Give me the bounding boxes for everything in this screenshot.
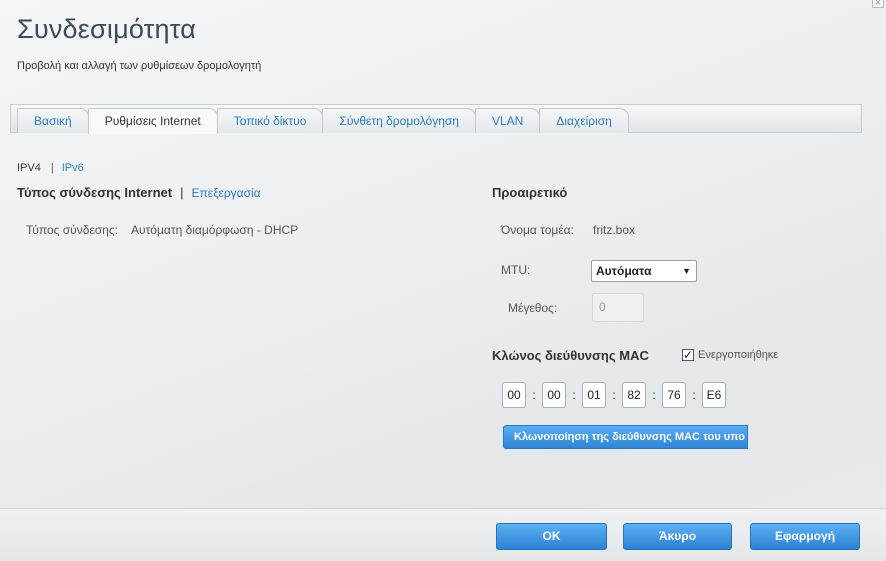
clone-mac-button[interactable]: Κλωνοποίηση της διεύθυνσης MAC του υπο <box>503 425 748 449</box>
protocol-separator: | <box>50 162 54 174</box>
cancel-button[interactable]: Άκυρο <box>623 523 732 550</box>
mac-clone-enabled[interactable]: ✓ Ενεργοποιήθηκε <box>682 349 778 361</box>
tab-internet-settings[interactable]: Ρυθμίσεις Internet <box>87 108 218 134</box>
page-title: Συνδεσιμότητα <box>17 14 197 44</box>
heading-separator: | <box>180 185 184 200</box>
mac-separator: : <box>572 388 576 402</box>
connection-type-heading: Τύπος σύνδεσης Internet | Επεξεργασία <box>17 185 261 200</box>
tab-basic[interactable]: Βασική <box>17 108 89 133</box>
tab-advanced-routing[interactable]: Σύνθετη δρομολόγηση <box>322 108 476 133</box>
dropdown-arrow-icon: ▼ <box>682 266 691 276</box>
close-icon[interactable]: × <box>872 0 884 9</box>
edit-link[interactable]: Επεξεργασία <box>191 186 260 200</box>
mtu-label: MTU: <box>501 263 531 277</box>
ipv6-link[interactable]: IPv6 <box>62 162 84 174</box>
tab-local-network[interactable]: Τοπικό δίκτυο <box>216 108 324 133</box>
apply-button[interactable]: Εφαρμογή <box>750 523 860 550</box>
mac-octet-3[interactable]: 01 <box>582 382 606 408</box>
domain-name-label: Όνομα τομέα: <box>501 223 574 237</box>
mac-separator: : <box>692 388 696 402</box>
mac-octet-1[interactable]: 00 <box>502 382 526 408</box>
mac-clone-heading: Κλώνος διεύθυνσης MAC <box>492 348 649 363</box>
mtu-select-value: Αυτόματα <box>596 264 652 278</box>
mac-octet-5[interactable]: 76 <box>662 382 686 408</box>
optional-heading: Προαιρετικό <box>492 185 568 200</box>
mtu-select[interactable]: Αυτόματα ▼ <box>591 260 697 282</box>
mac-separator: : <box>652 388 656 402</box>
mac-address-fields: 00 : 00 : 01 : 82 : 76 : E6 <box>502 382 726 408</box>
tab-strip: Βασική Ρυθμίσεις Internet Τοπικό δίκτυο … <box>17 108 629 134</box>
ipv4-label: IPV4 <box>17 162 41 174</box>
mac-octet-6[interactable]: E6 <box>702 382 726 408</box>
mac-separator: : <box>612 388 616 402</box>
mac-octet-4[interactable]: 82 <box>622 382 646 408</box>
protocol-switch: IPV4 | IPv6 <box>17 162 84 174</box>
tab-vlan[interactable]: VLAN <box>474 108 541 133</box>
page-subtitle: Προβολή και αλλαγή των ρυθμίσεων δρομολο… <box>17 60 262 72</box>
connection-type-value: Αυτόματη διαμόρφωση - DHCP <box>131 223 299 237</box>
size-label: Μέγεθος: <box>508 301 558 315</box>
mac-clone-checkbox[interactable]: ✓ <box>682 349 694 361</box>
connection-type-title: Τύπος σύνδεσης Internet <box>17 185 173 200</box>
mac-separator: : <box>532 388 536 402</box>
ok-button[interactable]: OK <box>496 523 607 550</box>
mtu-size-input[interactable]: 0 <box>592 293 644 322</box>
mac-octet-2[interactable]: 00 <box>542 382 566 408</box>
domain-name-value: fritz.box <box>593 223 636 237</box>
mac-clone-enabled-label: Ενεργοποιήθηκε <box>698 349 779 361</box>
tab-administration[interactable]: Διαχείριση <box>539 108 629 133</box>
connection-type-label: Τύπος σύνδεσης: <box>26 223 118 237</box>
